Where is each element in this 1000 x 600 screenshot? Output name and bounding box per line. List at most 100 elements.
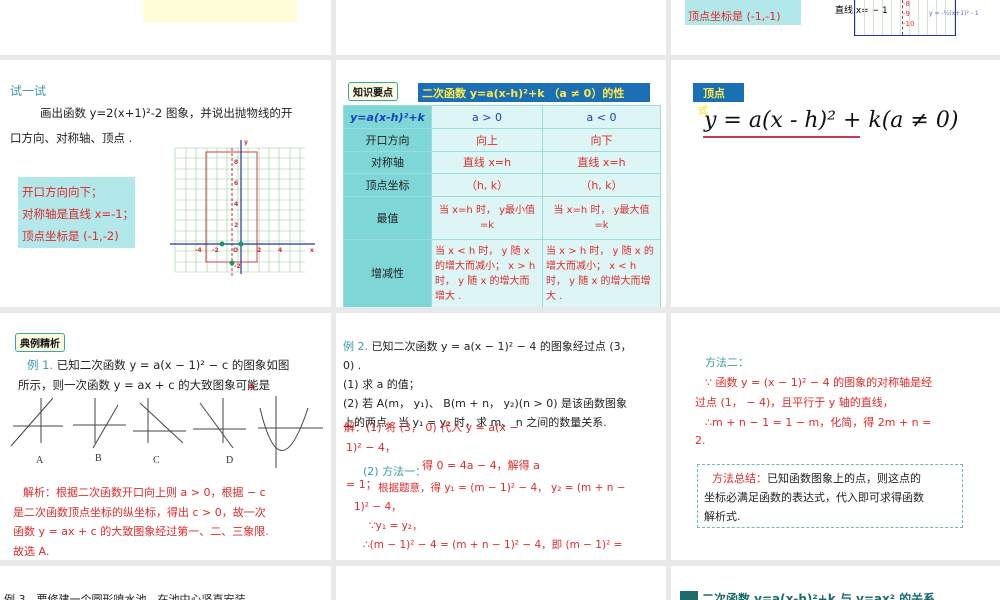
table-cell: 向下 (542, 128, 661, 152)
slide-thumb-properties[interactable]: 知识要点 二次函数 y=a(x-h)²+k （a ≠ 0）的性 y=a(x-h)… (336, 60, 666, 307)
section-number-box (680, 591, 698, 600)
example-line: (2) 若 A(m， y₁)、 B(m + n， y₂)(n > 0) 是该函数… (343, 397, 628, 410)
slide-thumb-try[interactable]: 试一试 画出函数 y=2(x+1)²-2 图象，并说出抛物线的开 口方向、对称轴… (0, 60, 331, 307)
slide-thumb-vertex-form[interactable]: 顶点 式 y = a(x - h)² + k(a ≠ 0) (671, 60, 1000, 307)
x-tick: 2 (257, 247, 261, 254)
answer-line: 开口方向向下； (22, 185, 103, 199)
example-label: 例 1. (27, 358, 54, 372)
table-cell: 最值 (343, 196, 432, 240)
example-text: 已知二次函数 y = a(x − 1)² − c 的图象如图 (56, 358, 290, 372)
graph-tick: -9 (903, 10, 910, 18)
answer-mark: A (248, 382, 255, 393)
answer-box: 开口方向向下； 对称轴是直线 x=-1； 顶点坐标是 (-1,-2) (18, 177, 135, 248)
vertex-tag: 顶点 (693, 83, 744, 102)
slide-thumb-r0c3[interactable]: 顶点坐标是 (-1,-1) 直线 x= − 1 -8 -9 -10 y = -½… (671, 0, 1000, 55)
slide-thumb-r0c1[interactable] (0, 0, 331, 55)
table-cell: 当 x=h 时， y最大值 =k (542, 196, 661, 240)
slide-thumb-example2[interactable]: 例 2. 已知二次函数 y = a(x − 1)² − 4 的图象经过点 (3，… (336, 313, 666, 560)
table-cell: 增减性 (343, 239, 432, 307)
table-cell: 当 x > h 时， y 随 x 的增大而减小； x < h 时， y 随 x … (542, 239, 661, 307)
table-cell: （h, k） (431, 173, 543, 197)
table-header: a > 0 (431, 105, 543, 129)
table-title: 二次函数 y=a(x-h)²+k （a ≠ 0）的性 (418, 83, 650, 102)
table-header-row: y=a(x-h)²+k a > 0 a < 0 (343, 105, 661, 129)
table-row: 增减性当 x < h 时， y 随 x 的增大而减小； x > h 时， y 随… (343, 239, 661, 307)
example-text: 已知二次函数 y = a(x − 1)² − 4 的图象经过点 (3， (371, 340, 632, 353)
option-graphs: A B C D (10, 396, 323, 468)
solution-line: 1)² − 4， (354, 501, 402, 513)
table-row: 开口方向 向上 向下 (343, 128, 661, 152)
formula-underline (703, 136, 860, 138)
x-tick: -2 (212, 247, 219, 254)
solution-line: 1)² − 4， (346, 441, 396, 454)
vertex-answer: 顶点坐标是 (-1,-1) (685, 0, 801, 25)
table-row: 顶点坐标 （h, k） （h, k） (343, 173, 661, 197)
slide-thumb-r0c2[interactable] (336, 0, 666, 55)
example3-line: 例 3．要修建一个圆形喷水池，在池中心竖直安装 (4, 593, 246, 600)
summary-line: 坐标必满足函数的表达式，代入即可求得函数 (704, 491, 924, 504)
method2-line: ∵ 函数 y = (x − 1)² − 4 的图象的对称轴是经 (705, 376, 933, 389)
answer-line: 对称轴是直线 x=-1； (22, 207, 135, 221)
slide-thumb-example1[interactable]: 典例精析 例 1. 已知二次函数 y = a(x − 1)² − c 的图象如图… (0, 313, 331, 560)
table-cell: 直线 x=h (542, 151, 661, 174)
slide-thumb-r3c2[interactable] (336, 566, 666, 600)
y-tick: 4 (234, 201, 238, 208)
parabola-graph: -4 -2 O 2 4 8 6 4 2 -2 x y (170, 139, 315, 278)
example-line: 0) . (343, 359, 362, 372)
vertex-formula: y = a(x - h)² + k(a ≠ 0) (704, 108, 959, 133)
example-line: (1) 求 a 的值； (343, 378, 420, 391)
question-line: 口方向、对称轴、顶点 . (10, 131, 133, 145)
method2-line: 过点 (1， − 4)，且平行于 y 轴的直线， (695, 396, 894, 409)
analysis-line: 函数 y = ax + c 的大致图象经过第一、二、三象限. (13, 525, 269, 538)
summary-text: 已知函数图象上的点，则这点的 (767, 472, 921, 485)
slide-thumb-section[interactable]: 二次函数 y=a(x-h)²+k 与 y=ax² 的关系 (671, 566, 1000, 600)
option-label-c: C (153, 455, 160, 466)
x-axis-label: x (310, 247, 314, 254)
graph-tick: -8 (903, 0, 910, 8)
example-label: 例 2. (343, 340, 368, 353)
y-tick: 2 (234, 222, 238, 229)
analysis-line: 解析：根据二次函数开口向上则 a > 0，根据 − c (23, 486, 266, 499)
solution-line: = 1； (346, 478, 377, 491)
table-header: a < 0 (542, 105, 661, 129)
section-tag: 知识要点 (348, 82, 398, 101)
example-line: 例 2. 已知二次函数 y = a(x − 1)² − 4 的图象经过点 (3， (343, 337, 632, 356)
table-cell: 开口方向 (343, 128, 432, 152)
y-axis-label: y (244, 139, 248, 146)
y-tick: 6 (234, 180, 238, 187)
y-tick: 8 (234, 159, 238, 166)
section-tag: 典例精析 (15, 333, 65, 352)
solution-line: 解：(1) 将 (3， 0) 代入 y = a(x − (344, 421, 519, 434)
option-label-d: D (226, 455, 233, 466)
slide-thumb-method2[interactable]: 方法二： ∵ 函数 y = (x − 1)² − 4 的图象的对称轴是经 过点 … (671, 313, 1000, 560)
table-cell: 顶点坐标 (343, 173, 432, 197)
section-title: 二次函数 y=a(x-h)²+k 与 y=ax² 的关系 (702, 592, 936, 600)
solution-line: ∴(m − 1)² − 4 = (m + n − 1)² − 4，即 (m − … (363, 539, 623, 551)
slide-thumb-example3[interactable]: 例 3．要修建一个圆形喷水池，在池中心竖直安装 (0, 566, 331, 600)
answer-line: 顶点坐标是 (-1,-2) (22, 229, 119, 243)
table-cell: 对称轴 (343, 151, 432, 174)
table-header: y=a(x-h)²+k (343, 105, 432, 129)
solution-line: 得 0 = 4a − 4，解得 a (422, 459, 540, 472)
analysis: 解析：根据二次函数开口向上则 a > 0，根据 − c 是二次函数顶点坐标的纵坐… (13, 483, 269, 560)
analysis-line: 是二次函数顶点坐标的纵坐标，得出 c > 0，故一次 (13, 505, 266, 519)
method2-line: 2. (695, 434, 706, 447)
example-line: 例 1. 已知二次函数 y = a(x − 1)² − c 的图象如图 (27, 356, 289, 375)
table-row: 对称轴 直线 x=h 直线 x=h (343, 151, 661, 174)
summary-line: 方法总结：已知函数图象上的点，则这点的 (704, 469, 956, 488)
method2-title: 方法二： (705, 356, 749, 369)
table-cell: 当 x < h 时， y 随 x 的增大而减小； x > h 时， y 随 x … (431, 239, 543, 307)
x-tick: 4 (278, 247, 282, 254)
table-cell: （h, k） (542, 173, 661, 197)
slide-title: 试一试 (10, 84, 47, 98)
yellow-box (143, 0, 297, 22)
table-cell: 向上 (431, 128, 543, 152)
option-label-a: A (36, 455, 44, 466)
method2-line: ∴m + n − 1 = 1 − m，化简，得 2m + n = (705, 416, 932, 429)
graph-label: y = -½(x+1)² - 1 (929, 10, 979, 17)
origin-label: O (233, 247, 238, 254)
analysis-line: 故选 A. (13, 544, 50, 558)
table-cell: 直线 x=h (431, 151, 543, 174)
table-row: 最值当 x=h 时， y最小值 =k 当 x=h 时， y最大值 =k (343, 196, 661, 240)
x-tick: -4 (195, 247, 202, 254)
